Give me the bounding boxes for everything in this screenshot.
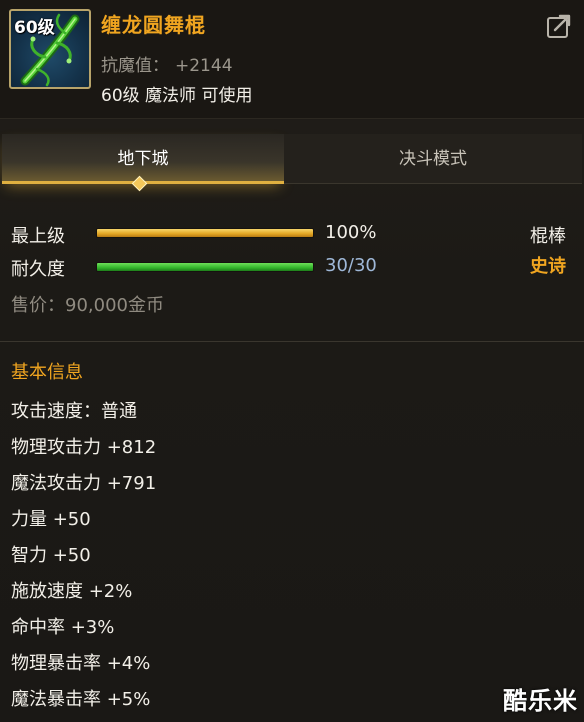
attr-physical-crit: 物理暴击率 +4% <box>11 653 151 674</box>
section-divider <box>0 341 584 342</box>
durability-value: 30/30 <box>325 255 377 276</box>
attr-physical-attack: 物理攻击力 +812 <box>11 437 157 458</box>
upgrade-label: 最上级 <box>11 226 65 247</box>
share-icon[interactable] <box>546 13 572 39</box>
usable-by-requirement: 60级 魔法师 可使用 <box>101 86 253 106</box>
item-level-badge: 60级 <box>14 18 55 38</box>
attr-attack-speed: 攻击速度：普通 <box>11 401 137 422</box>
basic-info-title: 基本信息 <box>11 362 83 383</box>
attribute-list: 攻击速度：普通 物理攻击力 +812 魔法攻击力 +791 力量 +50 智力 … <box>11 394 156 718</box>
mode-tabs: 地下城 决斗模式 <box>0 134 584 192</box>
rarity-label: 史诗 <box>530 256 566 277</box>
upgrade-bar <box>96 228 314 238</box>
sell-price: 售价：90,000金币 <box>11 295 164 316</box>
attr-intelligence: 智力 +50 <box>11 545 91 566</box>
attr-cast-speed: 施放速度 +2% <box>11 581 133 602</box>
attr-magic-attack: 魔法攻击力 +791 <box>11 473 157 494</box>
item-name: 缠龙圆舞棍 <box>101 13 206 37</box>
durability-bar-fill <box>97 263 313 271</box>
attr-strength: 力量 +50 <box>11 509 91 530</box>
upgrade-bar-fill <box>97 229 313 237</box>
watermark: 酷乐米 <box>503 687 578 715</box>
item-tooltip-panel: 60级 缠龙圆舞棍 抗魔值： +2144 60级 魔法师 可使用 地下城 决斗模式… <box>0 0 584 722</box>
durability-label: 耐久度 <box>11 259 65 280</box>
magic-resist-label: 抗魔值： <box>101 56 169 76</box>
tab-dungeon[interactable]: 地下城 <box>2 134 284 184</box>
durability-bar <box>96 262 314 272</box>
magic-resist-line: 抗魔值： +2144 <box>101 51 233 76</box>
green-vine-staff-icon[interactable]: 60级 <box>9 9 91 89</box>
attr-hit-rate: 命中率 +3% <box>11 617 115 638</box>
tab-duel-mode[interactable]: 决斗模式 <box>284 134 582 184</box>
item-header: 60级 缠龙圆舞棍 抗魔值： +2144 60级 魔法师 可使用 <box>0 0 584 119</box>
weapon-type: 棍棒 <box>530 226 566 247</box>
magic-resist-value: +2144 <box>175 56 233 76</box>
attr-magic-crit: 魔法暴击率 +5% <box>11 689 151 710</box>
upgrade-value: 100% <box>325 222 377 243</box>
